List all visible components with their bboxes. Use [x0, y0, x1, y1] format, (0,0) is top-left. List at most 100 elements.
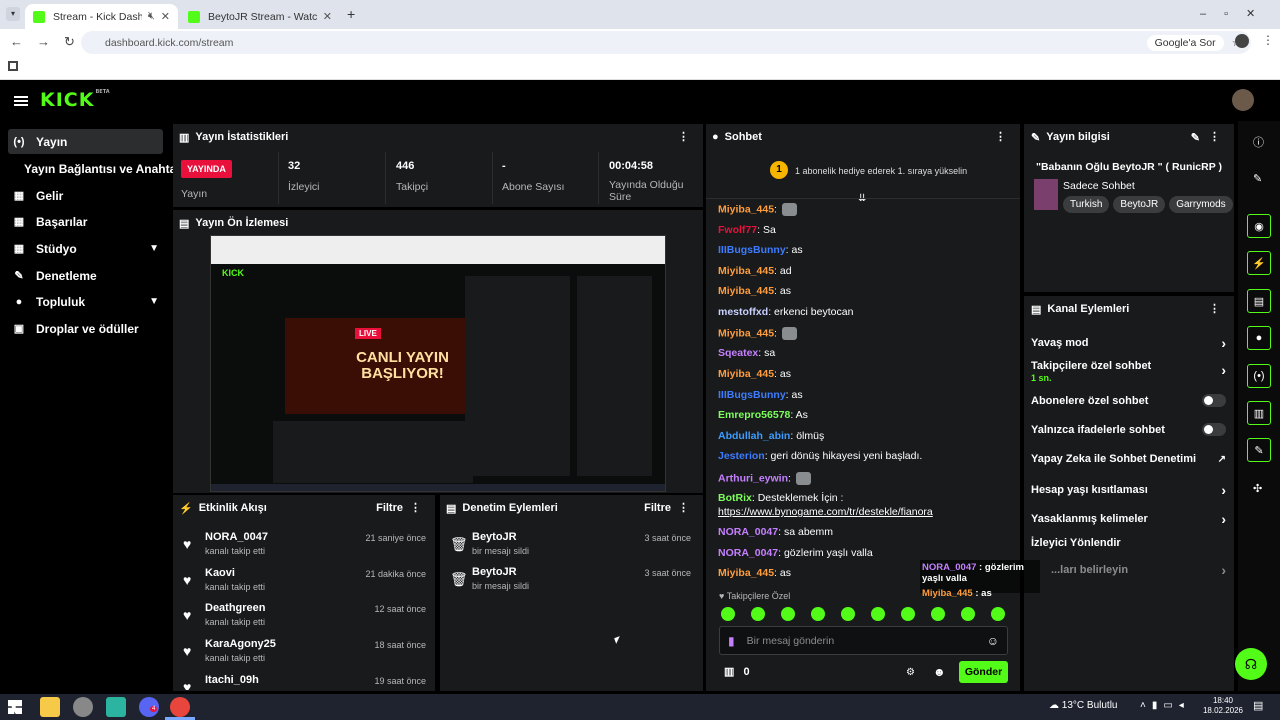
chat-username[interactable]: NORA_0047 — [718, 547, 778, 559]
google-ask-button[interactable]: Google'a Sor — [1146, 34, 1224, 51]
sidebar-item-topluluk[interactable]: ● Topluluk ▼ — [8, 289, 163, 314]
user-avatar[interactable] — [1232, 89, 1254, 111]
moderation-filter-button[interactable]: Filtre — [644, 502, 671, 514]
kebab-menu-icon[interactable]: ⋮ — [1209, 130, 1220, 143]
category-name[interactable]: Sadece Sohbet — [1063, 180, 1135, 192]
sidebar-item-stream-key[interactable]: Yayın Bağlantısı ve Anahtarı — [20, 156, 184, 181]
mute-icon[interactable]: 🔇︎ — [148, 10, 155, 23]
profile-avatar-icon[interactable] — [1235, 34, 1249, 48]
sidebar-item-droplar[interactable]: ▣ Droplar ve ödüller — [8, 316, 163, 341]
emote-icon[interactable] — [901, 607, 915, 621]
chat-username[interactable]: Abdullah_abin — [718, 430, 790, 442]
tab-close-icon[interactable]: ✕ — [323, 10, 332, 23]
setting-banned-words[interactable]: Yasaklanmış kelimeler › — [1031, 511, 1226, 527]
chat-input[interactable]: ▮ Bir mesaj gönderin ☺ — [719, 626, 1008, 655]
tab-close-icon[interactable]: ✕ — [161, 10, 170, 23]
chat-username[interactable]: Emrepro56578 — [718, 409, 790, 421]
chat-username[interactable]: mestoffxd — [718, 306, 768, 318]
tab-search-icon[interactable]: ▾ — [6, 7, 20, 21]
chat-username[interactable]: Miyiba_445 — [718, 327, 774, 339]
notification-center-icon[interactable]: ▤ — [1253, 699, 1263, 712]
kebab-menu-icon[interactable]: ⋮ — [410, 501, 421, 514]
weather-widget[interactable]: ☁ 13°C Bulutlu — [1049, 700, 1117, 711]
emote-icon[interactable] — [931, 607, 945, 621]
chat-bot-icon[interactable]: ☻ — [933, 665, 946, 679]
chat-username[interactable]: Miyiba_445 — [718, 265, 774, 277]
sidebar-item-gelir[interactable]: ▦ Gelir — [8, 183, 163, 208]
obs-icon[interactable] — [73, 697, 93, 717]
rail-button-broadcast[interactable]: (•) — [1247, 364, 1271, 388]
file-explorer-icon[interactable] — [40, 697, 60, 717]
chat-username[interactable]: Fwolf77 — [718, 224, 757, 236]
emote-icon[interactable] — [781, 607, 795, 621]
toggle-switch[interactable] — [1202, 423, 1226, 436]
tray-icons[interactable]: ˄▮▭◂ — [1140, 700, 1190, 711]
hub-icon[interactable]: ✣ — [1253, 482, 1262, 495]
chat-username[interactable]: Miyiba_445 — [718, 203, 774, 215]
clock[interactable]: 18:40 18.02.2026 — [1200, 696, 1246, 716]
points-display[interactable]: ▥ 0 — [724, 665, 750, 678]
kebab-menu-icon[interactable]: ⋮ — [995, 130, 1006, 143]
chat-username[interactable]: BotRix — [718, 492, 752, 504]
chat-username[interactable]: IIIBugsBunny — [718, 244, 786, 256]
tag-chip[interactable]: BeytoJR — [1113, 196, 1166, 213]
setting-hidden[interactable]: ...ları belirleyin › — [1031, 562, 1226, 578]
tab-beytojr-stream[interactable]: BeytoJR Stream - Watch Live on ✕ — [180, 4, 340, 29]
emote-icon[interactable] — [841, 607, 855, 621]
setting-ai-moderation[interactable]: Yapay Zeka ile Sohbet Denetimi ↗ — [1031, 453, 1226, 465]
window-controls[interactable]: –▫✕ — [1200, 7, 1273, 20]
setting-subscribers-only[interactable]: Abonelere özel sohbet — [1031, 394, 1226, 407]
chrome-icon[interactable] — [170, 697, 190, 717]
tag-chip[interactable]: Turkish — [1063, 196, 1110, 213]
activity-filter-button[interactable]: Filtre — [376, 502, 403, 514]
settings-gear-icon[interactable]: ⚙ — [906, 667, 915, 678]
sidebar-item-yayin[interactable]: (•) Yayın — [8, 129, 163, 154]
emote-icon[interactable] — [871, 607, 885, 621]
pencil-icon[interactable]: ✎ — [1253, 172, 1262, 185]
kebab-menu-icon[interactable]: ⋮ — [1209, 302, 1220, 315]
rail-button-wrench[interactable]: ✎ — [1247, 438, 1271, 462]
edit-icon[interactable]: ✎ — [1191, 131, 1200, 144]
setting-account-age[interactable]: Hesap yaşı kısıtlaması › — [1031, 482, 1226, 498]
microphone-icon[interactable]: ▮ — [728, 634, 735, 648]
sidebar-item-denetleme[interactable]: ✎ Denetleme — [8, 263, 163, 288]
chat-username[interactable]: Miyiba_445 — [718, 567, 774, 579]
rail-button-panels[interactable]: ▥ — [1247, 401, 1271, 425]
setting-raid[interactable]: İzleyici Yönlendir — [1031, 537, 1226, 549]
setting-emotes-only[interactable]: Yalnızca ifadelerle sohbet — [1031, 423, 1226, 436]
setting-followers-only[interactable]: Takipçilere özel sohbet 1 sn. › — [1031, 360, 1226, 383]
apps-grid-icon[interactable] — [8, 61, 18, 71]
browser-menu-icon[interactable]: ⋮ — [1262, 33, 1274, 47]
chat-username[interactable]: Miyiba_445 — [718, 368, 774, 380]
emoji-icon[interactable]: ☺ — [987, 634, 999, 648]
tab-kick-dashboard[interactable]: Stream - Kick Dashboard 🔇︎ ✕ — [25, 4, 178, 29]
rail-button-clipboard[interactable]: ▤ — [1247, 289, 1271, 313]
tag-chip[interactable]: Garrymods — [1169, 196, 1233, 213]
kebab-menu-icon[interactable]: ⋮ — [678, 501, 689, 514]
new-tab-icon[interactable]: + — [347, 6, 355, 22]
stream-preview[interactable]: KICK LIVE CANLI YAYIN BAŞLIYOR! — [210, 235, 666, 492]
chat-username[interactable]: IIIBugsBunny — [718, 389, 786, 401]
rail-button-camera[interactable]: ◉ — [1247, 214, 1271, 238]
app-g-icon[interactable] — [106, 697, 126, 717]
setting-slow-mode[interactable]: Yavaş mod › — [1031, 335, 1226, 351]
chat-username[interactable]: Arthuri_eywin — [718, 472, 788, 484]
chat-username[interactable]: Sqeatex — [718, 347, 758, 359]
emote-icon[interactable] — [751, 607, 765, 621]
sidebar-item-studyo[interactable]: ▦ Stüdyo ▼ — [8, 236, 163, 261]
emote-icon[interactable] — [811, 607, 825, 621]
rail-button-chat[interactable]: ● — [1247, 326, 1271, 350]
toggle-switch[interactable] — [1202, 394, 1226, 407]
chat-username[interactable]: Miyiba_445 — [718, 285, 774, 297]
emote-icon[interactable] — [991, 607, 1005, 621]
nav-buttons[interactable]: ←→↻ — [10, 34, 89, 50]
info-circle-icon[interactable]: ⓘ — [1253, 134, 1264, 150]
emote-icon[interactable] — [721, 607, 735, 621]
kebab-menu-icon[interactable]: ⋮ — [678, 130, 689, 143]
url-bar[interactable]: dashboard.kick.com/stream Google'a Sor ☆ — [81, 31, 1251, 54]
emote-icon[interactable] — [961, 607, 975, 621]
rail-button-lightning[interactable]: ⚡ — [1247, 251, 1271, 275]
chat-username[interactable]: NORA_0047 — [718, 526, 778, 538]
menu-icon[interactable] — [14, 96, 28, 106]
support-headset-icon[interactable]: ☊ — [1235, 648, 1267, 680]
